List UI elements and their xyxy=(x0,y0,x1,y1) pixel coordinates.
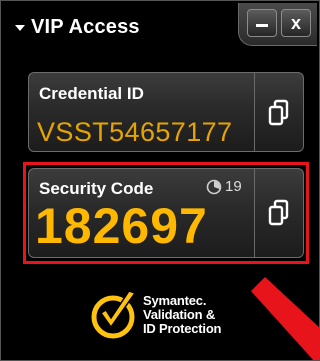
minimize-button[interactable] xyxy=(247,9,277,37)
vip-access-window: VIP Access x Credential ID VSST54657177 … xyxy=(0,0,320,361)
logo-line-product-2: ID Protection xyxy=(143,321,222,336)
minimize-icon xyxy=(256,24,268,27)
title-bar: VIP Access x xyxy=(1,1,319,51)
symantec-check-icon xyxy=(91,290,137,339)
credential-label: Credential ID xyxy=(39,84,144,103)
logo-text: Symantec. Validation & ID Protection xyxy=(143,294,221,336)
close-button[interactable]: x xyxy=(281,9,311,37)
security-code-highlight xyxy=(23,162,309,264)
window-controls: x xyxy=(238,3,317,46)
credential-id-value[interactable]: VSST54657177 xyxy=(37,117,232,148)
collapse-arrow-icon[interactable] xyxy=(15,25,25,31)
copy-icon[interactable] xyxy=(267,99,291,127)
logo-line-product: Validation & xyxy=(143,307,216,322)
close-icon: x xyxy=(290,13,301,33)
logo-line-brand: Symantec. xyxy=(143,293,207,308)
red-pointer-arrow xyxy=(251,277,319,360)
panel-divider xyxy=(254,73,255,151)
credential-panel: Credential ID VSST54657177 xyxy=(28,72,304,152)
window-title: VIP Access xyxy=(31,16,140,38)
